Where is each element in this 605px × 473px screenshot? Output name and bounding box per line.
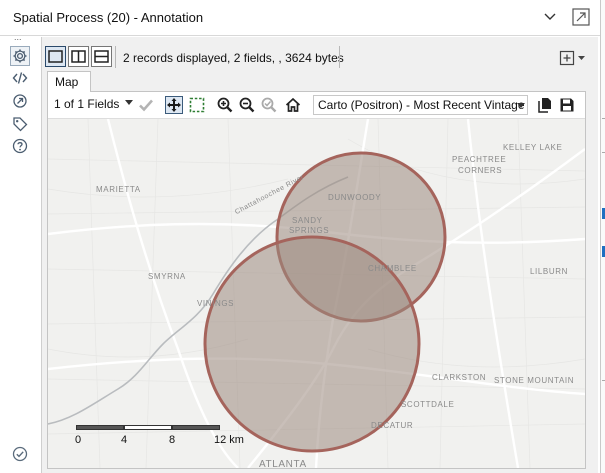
tab-map[interactable]: Map xyxy=(47,71,91,92)
basemap-selector[interactable]: Carto (Positron) - Most Recent Vintage xyxy=(313,95,528,115)
save-map-button[interactable] xyxy=(558,96,576,114)
zoom-in-button[interactable] xyxy=(216,96,234,114)
title-bar: Spatial Process (20) - Annotation xyxy=(0,0,600,36)
place-label: LILBURN xyxy=(530,267,568,276)
single-view-button[interactable] xyxy=(45,46,66,67)
place-label: SMYRNA xyxy=(148,272,186,281)
scale-label: 4 xyxy=(121,434,128,446)
save-icon xyxy=(560,98,574,112)
results-panel: 2 records displayed, 2 fields, , 3624 by… xyxy=(41,37,598,473)
place-label: SPRINGS xyxy=(289,226,330,235)
split-horizontal-button[interactable] xyxy=(91,46,112,67)
scale-label: 0 xyxy=(75,434,82,446)
chevron-down-icon xyxy=(544,13,556,20)
selection-box-icon xyxy=(189,97,205,113)
select-tool-button[interactable] xyxy=(188,96,206,114)
more-indicator: ... xyxy=(14,32,22,42)
code-icon xyxy=(12,72,28,84)
gear-icon xyxy=(13,49,27,63)
map-canvas[interactable]: MARIETTA DUNWOODY SANDY SPRINGS PEACHTRE… xyxy=(48,119,585,468)
chevron-down-icon xyxy=(578,56,585,60)
configuration-tool-button[interactable] xyxy=(10,46,30,66)
map-toolbar: 1 of 1 Fields Carto (Positron) - Most Re… xyxy=(48,92,585,119)
collapse-button[interactable] xyxy=(541,8,559,26)
split-horizontal-icon xyxy=(94,50,109,63)
xml-view-button[interactable] xyxy=(10,68,30,88)
tag-icon xyxy=(13,117,28,132)
scale-label: 12 km xyxy=(214,434,244,446)
add-view-button[interactable] xyxy=(559,49,587,67)
place-label: STONE MOUNTAIN xyxy=(494,376,575,385)
check-circle-icon xyxy=(12,446,28,462)
home-icon xyxy=(285,97,301,112)
pan-tool-button[interactable] xyxy=(165,96,183,114)
apply-fields-button[interactable] xyxy=(137,96,155,114)
scale-segment xyxy=(76,425,124,430)
place-label: CLARKSTON xyxy=(432,373,487,382)
view-layout-toggle xyxy=(45,46,112,67)
scale-label: 8 xyxy=(169,434,176,446)
place-label: SANDY xyxy=(292,216,323,225)
place-label: VININGS xyxy=(197,299,235,308)
checkmark-icon xyxy=(139,99,153,112)
add-panel-icon xyxy=(559,50,575,66)
scale-segment xyxy=(124,425,172,430)
place-label: PEACHTREE xyxy=(452,155,507,164)
status-indicator xyxy=(12,446,28,462)
zoom-in-icon xyxy=(217,97,233,113)
tool-strip: ... xyxy=(0,32,40,473)
fields-selector[interactable]: 1 of 1 Fields xyxy=(54,97,119,111)
place-label: DECATUR xyxy=(371,421,414,430)
place-label: CHAMBLEE xyxy=(368,264,417,273)
adjacent-panel-edge xyxy=(600,0,605,473)
help-icon xyxy=(12,138,28,154)
target-icon xyxy=(13,94,27,108)
toolbar-separator xyxy=(339,46,340,68)
help-button[interactable] xyxy=(10,136,30,156)
basemap-layer xyxy=(48,119,585,468)
split-vertical-button[interactable] xyxy=(68,46,89,67)
zoom-out-icon xyxy=(239,97,255,113)
scale-bar: 0 4 8 12 km xyxy=(75,425,266,455)
map-view: 1 of 1 Fields Carto (Positron) - Most Re… xyxy=(47,91,586,469)
toolbar-separator xyxy=(115,46,116,68)
zoom-to-selection-button[interactable] xyxy=(260,96,278,114)
place-label: SCOTTDALE xyxy=(401,400,455,409)
move-arrows-icon xyxy=(167,98,181,112)
window-title: Spatial Process (20) - Annotation xyxy=(13,10,204,25)
place-label: DUNWOODY xyxy=(328,193,382,202)
annotation-tool-button[interactable] xyxy=(10,91,30,111)
place-label: CORNERS xyxy=(458,166,503,175)
zoom-to-extent-button[interactable] xyxy=(284,96,302,114)
single-pane-icon xyxy=(48,50,63,63)
fields-dropdown-arrow[interactable] xyxy=(125,100,133,105)
zoom-out-button[interactable] xyxy=(238,96,256,114)
place-label: KELLEY LAKE xyxy=(503,143,563,152)
copy-icon xyxy=(538,98,551,113)
copy-map-button[interactable] xyxy=(536,96,554,114)
annotation-window: Spatial Process (20) - Annotation ... 2 … xyxy=(0,0,605,473)
split-vertical-icon xyxy=(71,50,86,63)
place-label: ATLANTA xyxy=(259,459,307,468)
place-label: MARIETTA xyxy=(96,185,141,194)
tag-tool-button[interactable] xyxy=(10,114,30,134)
basemap-dropdown-arrow[interactable] xyxy=(517,103,525,108)
scale-segment xyxy=(172,425,220,430)
zoom-check-icon xyxy=(261,97,277,113)
undock-button[interactable] xyxy=(571,7,591,27)
undock-icon xyxy=(572,8,590,26)
records-info: 2 records displayed, 2 fields, , 3624 by… xyxy=(123,51,344,65)
